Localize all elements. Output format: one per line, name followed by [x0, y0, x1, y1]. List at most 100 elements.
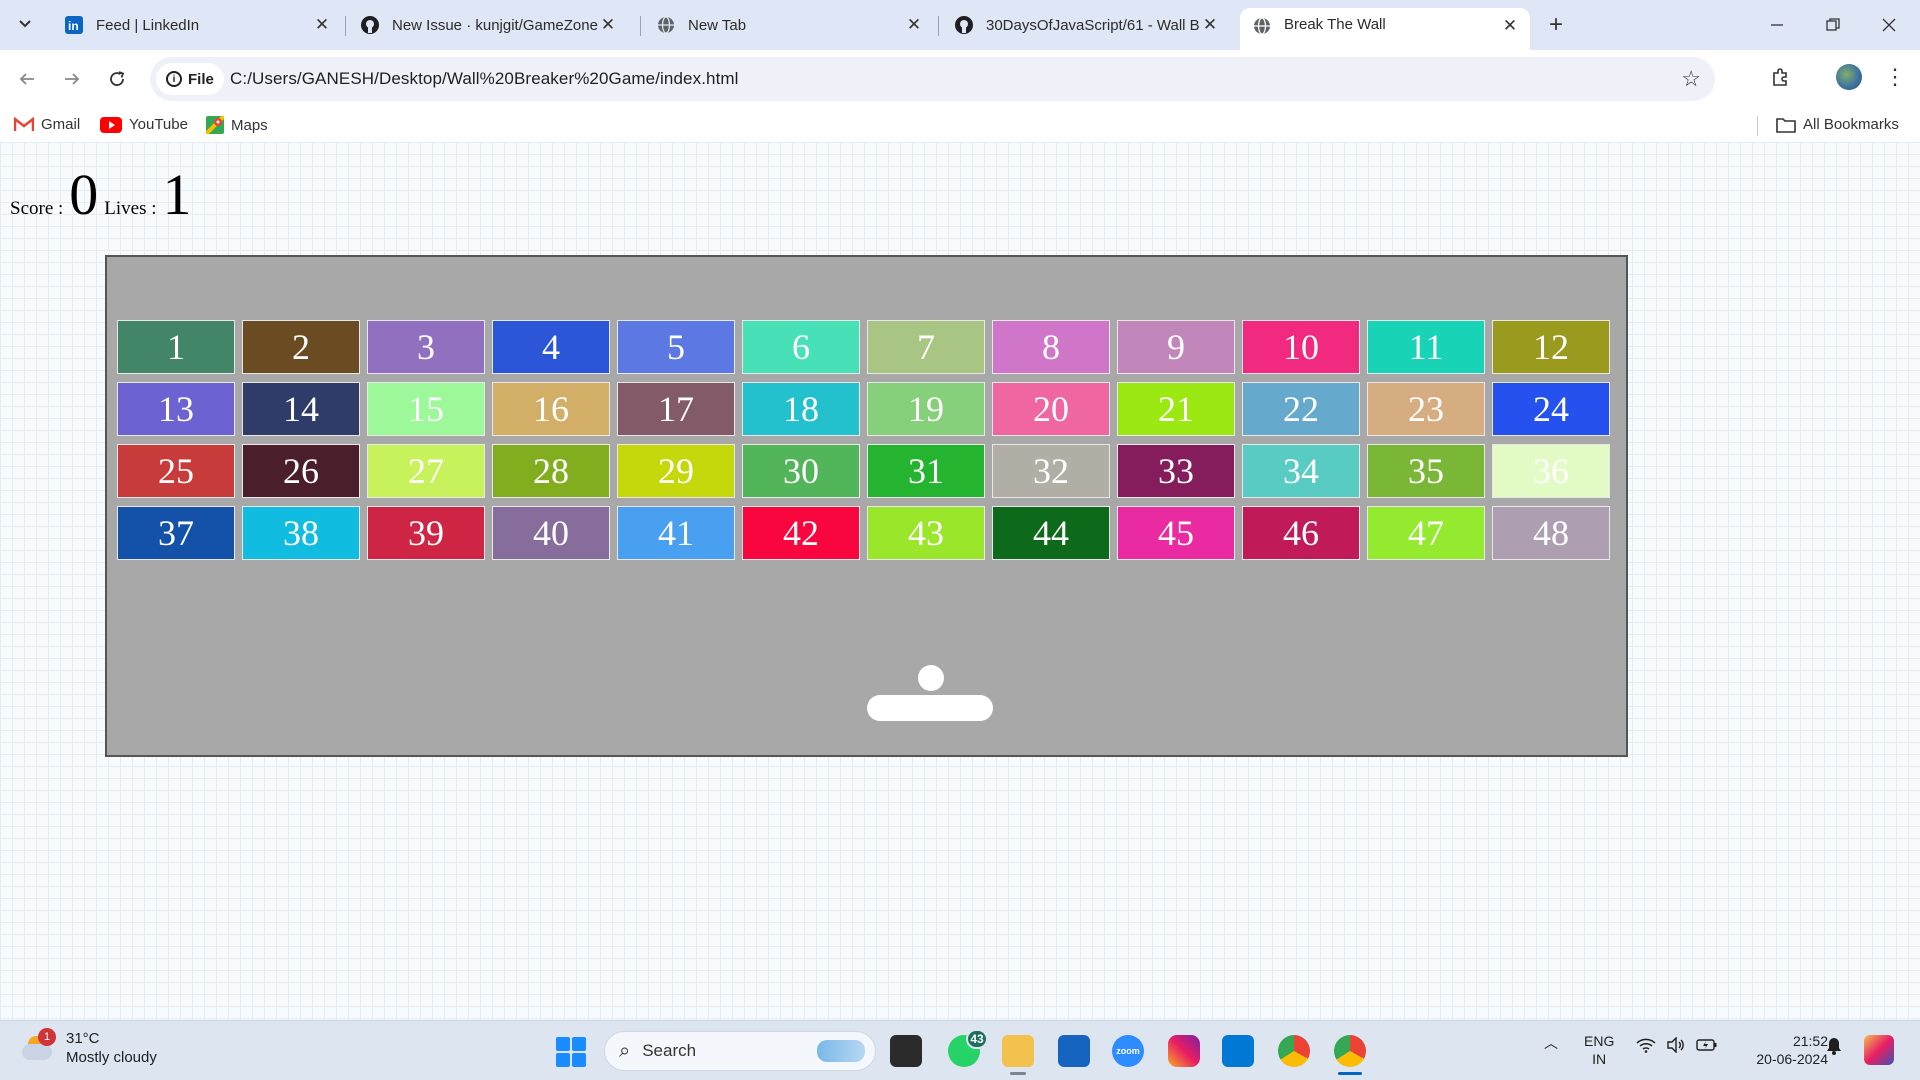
close-tab-icon[interactable]: ✕ [312, 15, 332, 35]
lives-label: Lives : [104, 198, 157, 219]
tab-break-the-wall[interactable]: Break The Wall ✕ [1240, 8, 1530, 50]
chrome-profile-icon[interactable] [1334, 1035, 1366, 1075]
brick-39: 39 [367, 506, 485, 560]
close-window-icon[interactable] [1874, 10, 1904, 40]
score-lives-display: Score : 0 Lives : 1 [10, 166, 198, 224]
game-board[interactable]: 48 47 46 45 44 43 42 41 40 39 38 37 36 35 34 33 32 31 30 29… [105, 255, 1628, 757]
brick-6: 6 [742, 320, 860, 374]
brick-27: 27 [367, 444, 485, 498]
close-tab-icon[interactable]: ✕ [598, 15, 618, 35]
brick-31: 31 [867, 444, 985, 498]
weather-widget[interactable]: 1 31°C Mostly cloudy [20, 1028, 157, 1067]
notification-bell-icon[interactable] [1826, 1037, 1842, 1058]
bookmarks-bar: Gmail YouTube Maps All Bookmarks [0, 108, 1920, 142]
clock-date: 20-06-2024 [1756, 1051, 1828, 1067]
globe-icon [656, 15, 676, 35]
browser-tab-bar: in Feed | LinkedIn ✕ New Issue · kunjgit… [0, 0, 1920, 50]
tab-linkedin[interactable]: in Feed | LinkedIn ✕ [52, 8, 342, 42]
bookmark-star-icon[interactable]: ☆ [1681, 66, 1701, 92]
brick-21: 21 [1117, 382, 1235, 436]
reload-icon[interactable] [100, 62, 134, 96]
tab-title: New Tab [688, 16, 747, 34]
brick-30: 30 [742, 444, 860, 498]
task-view-icon[interactable] [890, 1035, 922, 1067]
brick-11: 11 [1367, 320, 1485, 374]
brick-18: 18 [742, 382, 860, 436]
system-clock[interactable]: 21:52 20-06-2024 [1750, 1032, 1828, 1068]
bookmark-gmail[interactable]: Gmail [14, 116, 80, 133]
address-bar[interactable]: i File C:/Users/GANESH/Desktop/Wall%20Br… [150, 57, 1715, 101]
tab-title: Break The Wall [1284, 16, 1386, 33]
zoom-icon[interactable]: zoom [1112, 1035, 1144, 1067]
microsoft-store-icon[interactable] [1058, 1035, 1090, 1067]
tab-title: New Issue · kunjgit/GameZone [392, 16, 598, 34]
brick-25: 25 [117, 444, 235, 498]
battery-charging-icon[interactable] [1696, 1038, 1718, 1055]
game-paddle[interactable] [867, 695, 993, 721]
brick-29: 29 [617, 444, 735, 498]
show-hidden-icons-chevron-icon[interactable]: ︿ [1544, 1033, 1558, 1053]
copilot-icon[interactable] [1864, 1035, 1894, 1065]
close-tab-icon[interactable]: ✕ [1500, 16, 1520, 36]
brick-14: 14 [242, 382, 360, 436]
brick-16: 16 [492, 382, 610, 436]
tab-github-30days[interactable]: 30DaysOfJavaScript/61 - Wall B ✕ [942, 8, 1230, 42]
bookmark-youtube[interactable]: YouTube [100, 116, 188, 133]
lives-value: 1 [162, 162, 192, 227]
search-icon: ⌕ [619, 1039, 631, 1062]
globe-icon [1252, 16, 1272, 36]
back-arrow-icon[interactable] [10, 62, 44, 96]
svg-text:in: in [68, 19, 79, 33]
maps-icon [206, 116, 224, 134]
wifi-icon[interactable] [1636, 1037, 1656, 1056]
restore-icon[interactable] [1818, 10, 1848, 40]
clock-time: 21:52 [1792, 1033, 1828, 1049]
weather-description: Mostly cloudy [66, 1049, 157, 1066]
tab-github-gamezone[interactable]: New Issue · kunjgit/GameZone ✕ [348, 8, 628, 42]
brick-37: 37 [117, 506, 235, 560]
brick-4: 4 [492, 320, 610, 374]
score-label: Score : [10, 198, 64, 219]
brick-2: 2 [242, 320, 360, 374]
file-explorer-icon[interactable] [1002, 1035, 1034, 1075]
site-info-chip[interactable]: i File [156, 63, 224, 95]
brick-34: 34 [1242, 444, 1360, 498]
bookmark-maps[interactable]: Maps [206, 116, 268, 134]
extensions-puzzle-icon[interactable] [1766, 62, 1796, 92]
brick-8: 8 [992, 320, 1110, 374]
language-indicator[interactable]: ENG IN [1584, 1032, 1614, 1068]
brick-24: 24 [1492, 382, 1610, 436]
close-tab-icon[interactable]: ✕ [1200, 15, 1220, 35]
profile-avatar[interactable] [1836, 64, 1862, 90]
brick-20: 20 [992, 382, 1110, 436]
all-bookmarks-button[interactable]: All Bookmarks [1776, 116, 1899, 133]
url-text[interactable]: C:/Users/GANESH/Desktop/Wall%20Breaker%2… [230, 69, 739, 89]
tab-divider [938, 16, 939, 36]
minimize-icon[interactable] [1762, 10, 1792, 40]
more-menu-icon[interactable]: ⋮ [1880, 62, 1910, 92]
windows-start-icon[interactable] [556, 1037, 586, 1067]
brick-15: 15 [367, 382, 485, 436]
close-tab-icon[interactable]: ✕ [904, 15, 924, 35]
taskbar-search-box[interactable]: ⌕ Search [604, 1031, 876, 1071]
weather-temperature: 31°C [66, 1030, 100, 1047]
vscode-icon[interactable] [1222, 1035, 1254, 1067]
brick-41: 41 [617, 506, 735, 560]
instagram-icon[interactable] [1168, 1035, 1200, 1067]
volume-icon[interactable] [1666, 1036, 1686, 1056]
forward-arrow-icon[interactable] [55, 62, 89, 96]
new-tab-plus-icon[interactable]: + [1542, 11, 1570, 39]
info-icon: i [166, 71, 182, 87]
active-app-indicator [1338, 1072, 1362, 1075]
search-placeholder: Search [642, 1041, 697, 1060]
whatsapp-icon[interactable]: 43 [948, 1029, 988, 1067]
brick-32: 32 [992, 444, 1110, 498]
search-highlight-image [817, 1040, 865, 1062]
tab-new-tab[interactable]: New Tab ✕ [644, 8, 934, 42]
tab-title: 30DaysOfJavaScript/61 - Wall B [986, 16, 1200, 34]
tab-search-chevron-icon[interactable] [10, 9, 40, 39]
brick-23: 23 [1367, 382, 1485, 436]
brick-7: 7 [867, 320, 985, 374]
gmail-icon [14, 117, 34, 132]
chrome-icon[interactable] [1278, 1035, 1310, 1067]
